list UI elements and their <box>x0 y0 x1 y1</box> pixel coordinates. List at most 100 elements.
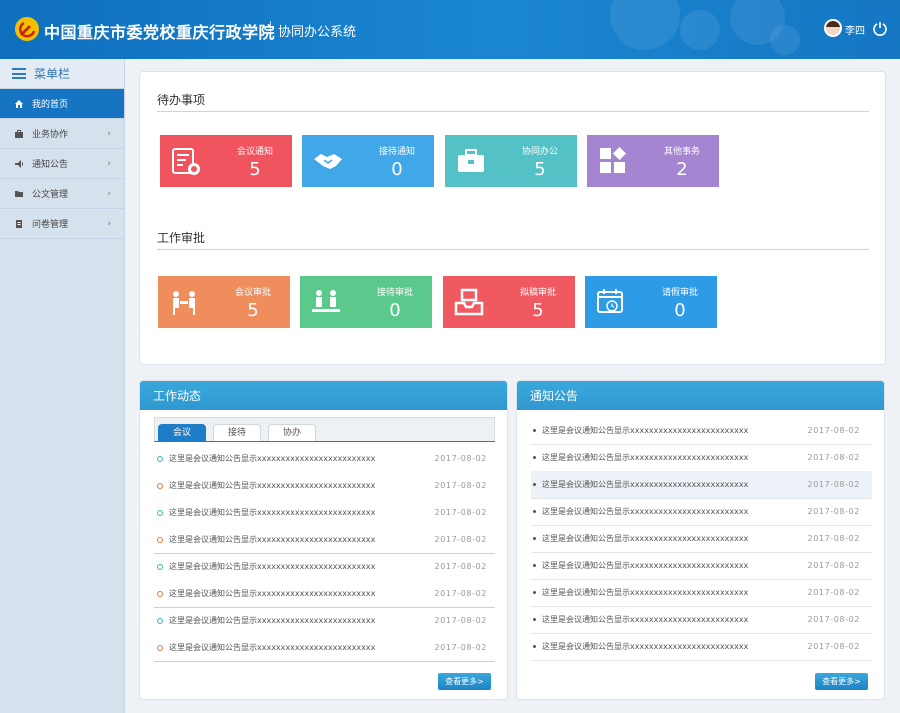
tile-other-affairs[interactable]: 其他事务 2 <box>587 135 719 187</box>
reception-icon <box>312 290 340 312</box>
tab-assist[interactable]: 协办 <box>268 424 316 442</box>
list-item[interactable]: 这里是会议通知公告显示xxxxxxxxxxxxxxxxxxxxxxxxx 2017… <box>157 634 487 661</box>
document-icon <box>14 219 24 229</box>
sidebar-item-label: 公文管理 <box>32 190 69 200</box>
row-divider <box>531 660 872 661</box>
bullet-icon <box>533 591 536 594</box>
list-item[interactable]: 这里是会议通知公告显示xxxxxxxxxxxxxxxxxxxxxxxxx 2017… <box>531 444 872 471</box>
grid-icon <box>600 147 626 173</box>
list-item-text[interactable]: 这里是会议通知公告显示xxxxxxxxxxxxxxxxxxxxxxxxx <box>169 480 435 491</box>
list-item-date: 2017-08-02 <box>434 535 487 544</box>
list-item-text[interactable]: 这里是会议通知公告显示xxxxxxxxxxxxxxxxxxxxxxxxx <box>542 506 808 517</box>
chevron-right-icon: › <box>107 159 111 169</box>
folder-icon <box>14 189 24 199</box>
bullet-icon <box>533 618 536 621</box>
sidebar-item-label: 我的首页 <box>32 100 69 110</box>
list-item[interactable]: 这里是会议通知公告显示xxxxxxxxxxxxxxxxxxxxxxxxx 2017… <box>531 579 872 606</box>
tile-label: 会议通知 <box>236 147 273 157</box>
list-item[interactable]: 这里是会议通知公告显示xxxxxxxxxxxxxxxxxxxxxxxxx 2017… <box>157 499 487 526</box>
list-item-text[interactable]: 这里是会议通知公告显示xxxxxxxxxxxxxxxxxxxxxxxxx <box>542 533 808 544</box>
tile-meeting-approval[interactable]: 会议审批 5 <box>158 276 290 328</box>
megaphone-icon <box>14 159 24 169</box>
tile-count: 0 <box>389 300 401 321</box>
list-item-text[interactable]: 这里是会议通知公告显示xxxxxxxxxxxxxxxxxxxxxxxxx <box>542 425 808 436</box>
sidebar-item-documents[interactable]: 公文管理 › <box>0 179 124 209</box>
tile-count: 5 <box>532 300 544 321</box>
tile-count: 0 <box>674 300 686 321</box>
section-divider <box>157 249 869 250</box>
list-item-text[interactable]: 这里是会议通知公告显示xxxxxxxxxxxxxxxxxxxxxxxxx <box>542 614 808 625</box>
tile-reception-notice[interactable]: 接待通知 0 <box>302 135 434 187</box>
sidebar-item-label: 业务协作 <box>32 130 69 140</box>
tile-reception-approval[interactable]: 接待审批 0 <box>300 276 432 328</box>
list-item-text[interactable]: 这里是会议通知公告显示xxxxxxxxxxxxxxxxxxxxxxxxx <box>542 479 808 490</box>
tile-label: 协同办公 <box>521 147 558 157</box>
list-item[interactable]: 这里是会议通知公告显示xxxxxxxxxxxxxxxxxxxxxxxxx 2017… <box>531 606 872 633</box>
list-item-text[interactable]: 这里是会议通知公告显示xxxxxxxxxxxxxxxxxxxxxxxxx <box>169 507 435 518</box>
list-item[interactable]: 这里是会议通知公告显示xxxxxxxxxxxxxxxxxxxxxxxxx 2017… <box>157 445 487 472</box>
tile-count: 5 <box>534 159 546 180</box>
list-item[interactable]: 这里是会议通知公告显示xxxxxxxxxxxxxxxxxxxxxxxxx 2017… <box>531 633 872 660</box>
list-item-date: 2017-08-02 <box>807 480 860 489</box>
list-item[interactable]: 这里是会议通知公告显示xxxxxxxxxxxxxxxxxxxxxxxxx 2017… <box>157 472 487 499</box>
power-icon[interactable] <box>872 20 888 36</box>
list-item-text[interactable]: 这里是会议通知公告显示xxxxxxxxxxxxxxxxxxxxxxxxx <box>542 641 808 652</box>
list-item[interactable]: 这里是会议通知公告显示xxxxxxxxxxxxxxxxxxxxxxxxx 2017… <box>531 498 872 525</box>
list-item-text[interactable]: 这里是会议通知公告显示xxxxxxxxxxxxxxxxxxxxxxxxx <box>169 642 435 653</box>
tile-leave-approval[interactable]: 请假审批 0 <box>585 276 717 328</box>
bullet-icon <box>533 483 536 486</box>
sidebar-item-surveys[interactable]: 问卷管理 › <box>0 209 124 239</box>
tile-meeting-notice[interactable]: 会议通知 5 <box>160 135 292 187</box>
bullet-icon <box>533 456 536 459</box>
list-item-text[interactable]: 这里是会议通知公告显示xxxxxxxxxxxxxxxxxxxxxxxxx <box>169 453 435 464</box>
list-item-date: 2017-08-02 <box>807 426 860 435</box>
list-item[interactable]: 这里是会议通知公告显示xxxxxxxxxxxxxxxxxxxxxxxxx 2017… <box>531 525 872 552</box>
tile-label: 拟稿审批 <box>519 288 556 298</box>
list-item-text[interactable]: 这里是会议通知公告显示xxxxxxxxxxxxxxxxxxxxxxxxx <box>169 588 435 599</box>
bullet-icon <box>533 537 536 540</box>
list-item-date: 2017-08-02 <box>434 508 487 517</box>
todo-section-title: 待办事项 <box>157 93 206 107</box>
username[interactable]: 李四 <box>845 22 865 37</box>
list-item-text[interactable]: 这里是会议通知公告显示xxxxxxxxxxxxxxxxxxxxxxxxx <box>169 615 435 626</box>
user-avatar[interactable] <box>824 19 842 37</box>
list-item[interactable]: 这里是会议通知公告显示xxxxxxxxxxxxxxxxxxxxxxxxx 2017… <box>157 526 487 553</box>
list-item[interactable]: 这里是会议通知公告显示xxxxxxxxxxxxxxxxxxxxxxxxx 2017… <box>531 552 872 579</box>
menu-icon[interactable] <box>12 68 26 79</box>
tab-bar: 会议 接待 协办 <box>154 417 495 442</box>
list-item-date: 2017-08-02 <box>807 588 860 597</box>
tile-draft-approval[interactable]: 拟稿审批 5 <box>443 276 575 328</box>
list-item[interactable]: 这里是会议通知公告显示xxxxxxxxxxxxxxxxxxxxxxxxx 2017… <box>157 580 487 607</box>
view-more-button[interactable]: 查看更多> <box>438 673 491 690</box>
tile-count: 5 <box>247 300 259 321</box>
list-item-text[interactable]: 这里是会议通知公告显示xxxxxxxxxxxxxxxxxxxxxxxxx <box>542 560 808 571</box>
sidebar-item-notices[interactable]: 通知公告 › <box>0 149 124 179</box>
list-item[interactable]: 这里是会议通知公告显示xxxxxxxxxxxxxxxxxxxxxxxxx 2017… <box>531 471 872 498</box>
header-divider <box>270 21 271 37</box>
status-dot <box>157 482 163 489</box>
approval-section-title: 工作审批 <box>157 231 206 245</box>
list-item[interactable]: 这里是会议通知公告显示xxxxxxxxxxxxxxxxxxxxxxxxx 2017… <box>157 607 487 634</box>
tab-reception[interactable]: 接待 <box>213 424 261 442</box>
list-item-text[interactable]: 这里是会议通知公告显示xxxxxxxxxxxxxxxxxxxxxxxxx <box>542 452 808 463</box>
list-item-date: 2017-08-02 <box>434 589 487 598</box>
party-emblem-icon <box>15 17 39 41</box>
list-item[interactable]: 这里是会议通知公告显示xxxxxxxxxxxxxxxxxxxxxxxxx 2017… <box>531 417 872 444</box>
list-item[interactable]: 这里是会议通知公告显示xxxxxxxxxxxxxxxxxxxxxxxxx 2017… <box>157 553 487 580</box>
tab-meeting[interactable]: 会议 <box>158 424 206 442</box>
sidebar-header[interactable]: 菜单栏 <box>0 59 124 89</box>
list-item-text[interactable]: 这里是会议通知公告显示xxxxxxxxxxxxxxxxxxxxxxxxx <box>169 534 435 545</box>
list-item-date: 2017-08-02 <box>807 453 860 462</box>
sidebar-item-business[interactable]: 业务协作 › <box>0 119 124 149</box>
tile-label: 接待审批 <box>376 288 413 298</box>
handshake-icon <box>314 154 342 169</box>
decorative-bubble <box>680 10 720 50</box>
list-item-text[interactable]: 这里是会议通知公告显示xxxxxxxxxxxxxxxxxxxxxxxxx <box>169 561 435 572</box>
section-divider <box>157 111 869 112</box>
list-item-text[interactable]: 这里是会议通知公告显示xxxxxxxxxxxxxxxxxxxxxxxxx <box>542 587 808 598</box>
list-item-date: 2017-08-02 <box>434 616 487 625</box>
view-more-button[interactable]: 查看更多> <box>815 673 868 690</box>
sidebar-item-home[interactable]: 我的首页 <box>0 89 124 119</box>
tile-collaboration[interactable]: 协同办公 5 <box>445 135 577 187</box>
dashboard-panel: 待办事项 会议通知 5 接待通知 0 协同办公 5 其他事务 2 工作审批 会议… <box>139 71 886 365</box>
